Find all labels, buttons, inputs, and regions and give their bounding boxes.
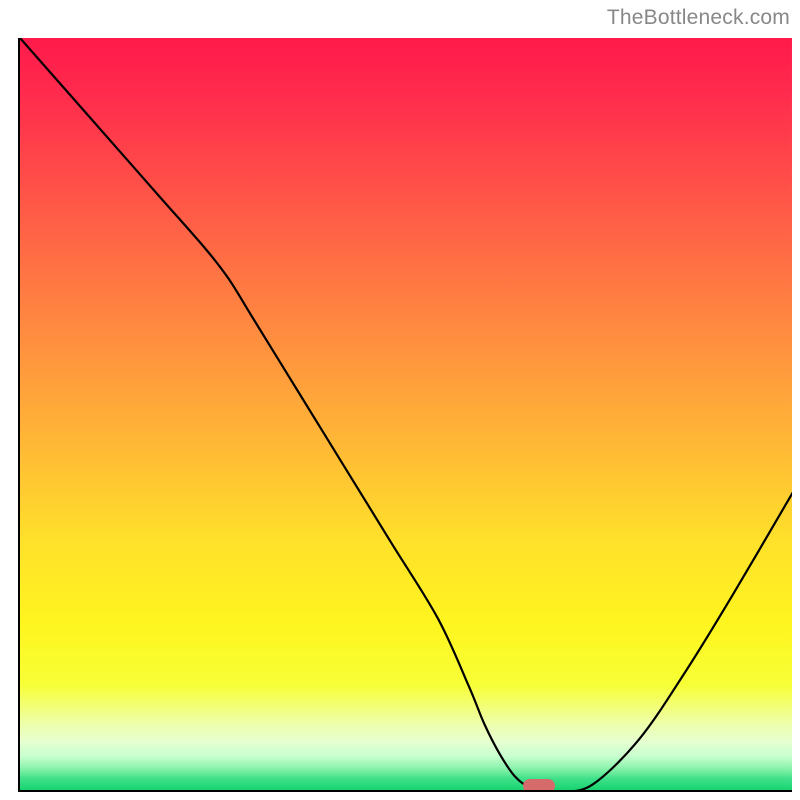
chart-frame: TheBottleneck.com: [0, 0, 800, 800]
plot-area: [18, 38, 792, 792]
optimal-marker: [523, 779, 555, 792]
background-gradient: [20, 38, 792, 790]
watermark-text: TheBottleneck.com: [607, 6, 790, 30]
